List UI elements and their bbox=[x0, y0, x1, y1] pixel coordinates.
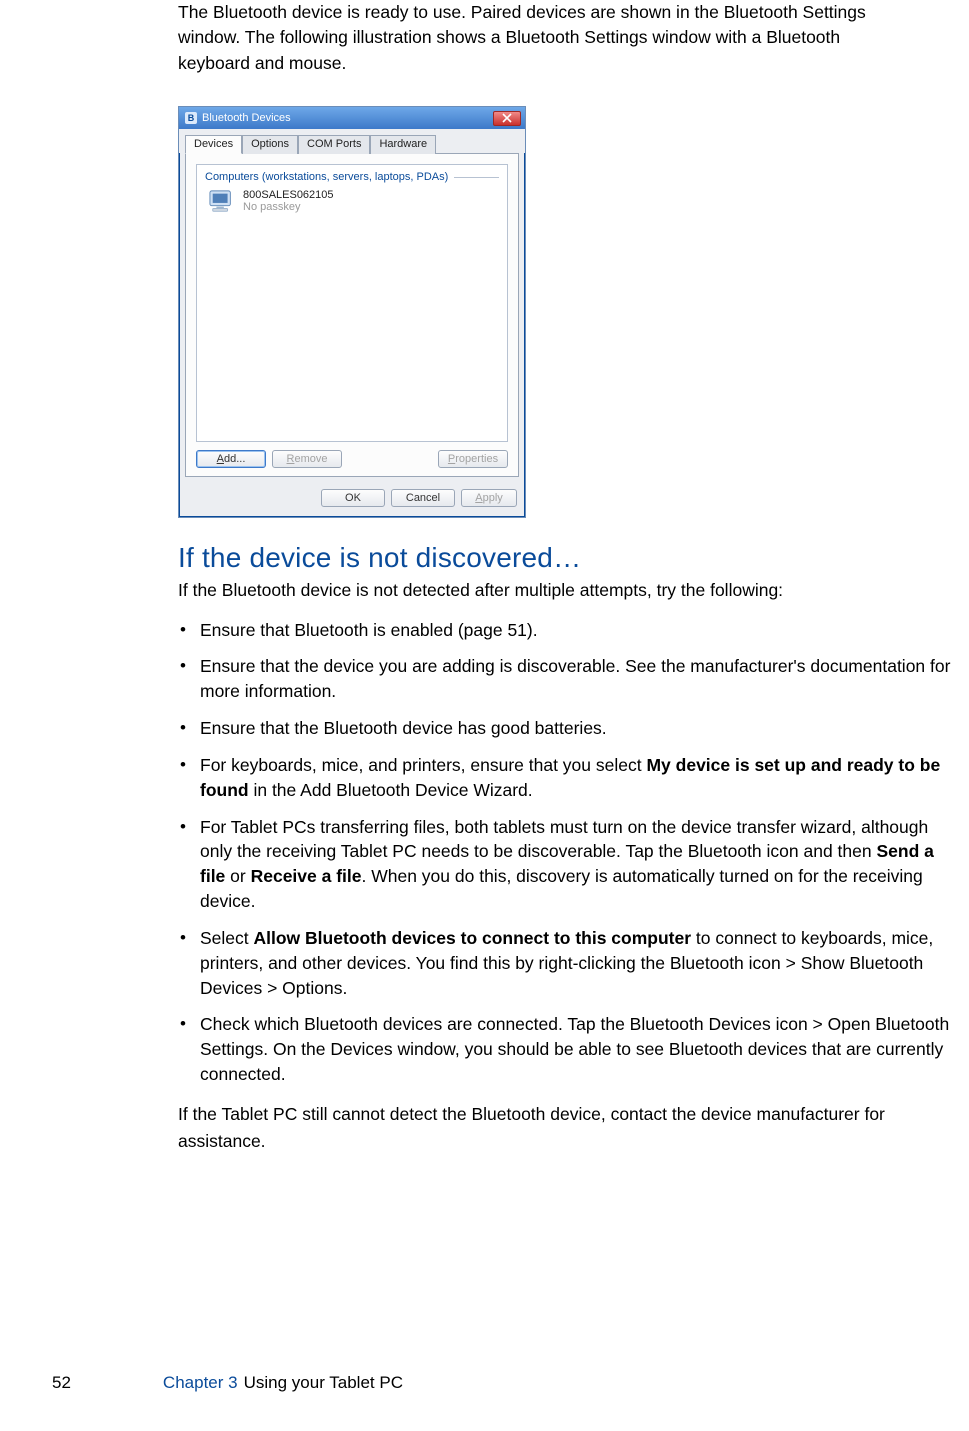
divider bbox=[454, 177, 499, 178]
list-item: Check which Bluetooth devices are connec… bbox=[178, 1012, 959, 1087]
list-item: Ensure that the device you are adding is… bbox=[178, 654, 959, 704]
section-heading: If the device is not discovered… bbox=[178, 542, 969, 574]
page-number: 52 bbox=[52, 1373, 71, 1393]
device-subtext: No passkey bbox=[243, 201, 334, 213]
section-intro: If the Bluetooth device is not detected … bbox=[178, 578, 969, 603]
list-item[interactable]: 800SALES062105 No passkey bbox=[205, 187, 499, 215]
add-button[interactable]: Add... bbox=[196, 450, 266, 468]
list-buttons: Add... Remove Properties bbox=[196, 450, 508, 468]
tab-options[interactable]: Options bbox=[242, 135, 298, 154]
bluetooth-icon: B bbox=[185, 112, 197, 124]
chapter-title: Using your Tablet PC bbox=[244, 1373, 403, 1393]
tab-hardware[interactable]: Hardware bbox=[370, 135, 436, 154]
list-item: Ensure that Bluetooth is enabled (page 5… bbox=[178, 618, 959, 643]
closing-paragraph: If the Tablet PC still cannot detect the… bbox=[178, 1101, 969, 1155]
bullet-list: Ensure that Bluetooth is enabled (page 5… bbox=[178, 618, 969, 1088]
bluetooth-devices-dialog: B Bluetooth Devices Devices Options COM … bbox=[178, 106, 526, 518]
device-list[interactable]: Computers (workstations, servers, laptop… bbox=[196, 164, 508, 442]
list-item: For Tablet PCs transferring files, both … bbox=[178, 815, 959, 914]
apply-button[interactable]: Apply bbox=[461, 489, 517, 507]
tabs-row: Devices Options COM Ports Hardware bbox=[179, 129, 525, 153]
group-header: Computers (workstations, servers, laptop… bbox=[205, 171, 499, 183]
close-icon bbox=[502, 113, 512, 123]
close-button[interactable] bbox=[493, 111, 521, 126]
properties-button[interactable]: Properties bbox=[438, 450, 508, 468]
intro-paragraph: The Bluetooth device is ready to use. Pa… bbox=[178, 0, 969, 76]
dialog-illustration: B Bluetooth Devices Devices Options COM … bbox=[178, 106, 969, 518]
device-name: 800SALES062105 bbox=[243, 189, 334, 201]
computer-icon bbox=[207, 189, 237, 215]
titlebar: B Bluetooth Devices bbox=[179, 107, 525, 129]
ok-button[interactable]: OK bbox=[321, 489, 385, 507]
group-header-label: Computers (workstations, servers, laptop… bbox=[205, 171, 448, 183]
list-item: Ensure that the Bluetooth device has goo… bbox=[178, 716, 959, 741]
tab-content: Computers (workstations, servers, laptop… bbox=[185, 153, 519, 477]
cancel-button[interactable]: Cancel bbox=[391, 489, 455, 507]
tab-com-ports[interactable]: COM Ports bbox=[298, 135, 370, 154]
window-title: Bluetooth Devices bbox=[202, 112, 291, 124]
tab-devices[interactable]: Devices bbox=[185, 135, 242, 154]
dialog-footer: OK Cancel Apply bbox=[179, 483, 525, 517]
list-item: Select Allow Bluetooth devices to connec… bbox=[178, 926, 959, 1001]
remove-button[interactable]: Remove bbox=[272, 450, 342, 468]
list-item: For keyboards, mice, and printers, ensur… bbox=[178, 753, 959, 803]
page-footer: 52 Chapter 3 Using your Tablet PC bbox=[0, 1373, 969, 1393]
chapter-label: Chapter 3 bbox=[163, 1373, 238, 1393]
